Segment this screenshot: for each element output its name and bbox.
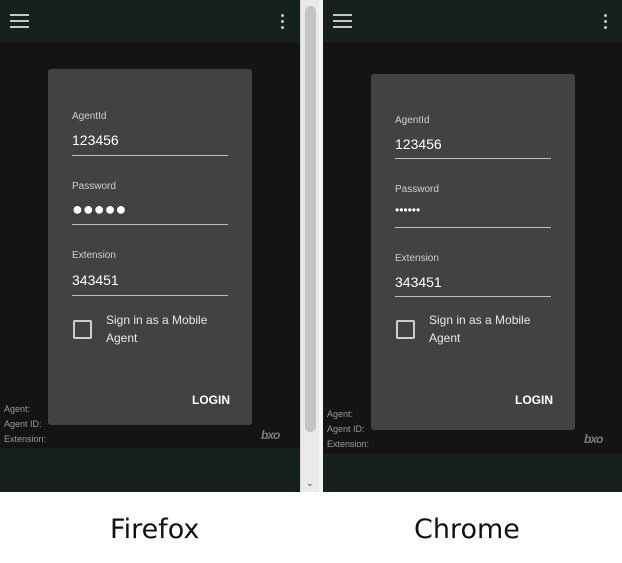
password-underline: [395, 227, 551, 228]
bottom-bar: [323, 454, 622, 492]
agent-status-info: Agent: Agent ID: Extension:: [327, 407, 369, 452]
extension-underline: [72, 295, 228, 296]
brand-logo: bxo: [261, 428, 280, 442]
agent-id-label: AgentId: [395, 115, 430, 126]
extension-input[interactable]: 343451: [72, 272, 119, 288]
agent-id-underline: [395, 158, 551, 159]
agent-id-input[interactable]: 123456: [72, 132, 119, 148]
login-button[interactable]: LOGIN: [515, 393, 553, 407]
bottom-bar: [0, 448, 300, 492]
more-vertical-icon[interactable]: [281, 14, 285, 30]
agent-status-info: Agent: Agent ID: Extension:: [4, 402, 46, 447]
status-agent-id-label: Agent ID:: [327, 424, 365, 434]
status-agent-label: Agent:: [327, 409, 354, 419]
status-extension-label: Extension:: [327, 439, 370, 449]
password-label: Password: [72, 181, 116, 192]
mobile-agent-checkbox-label[interactable]: Sign in as a Mobile Agent: [429, 311, 559, 347]
agent-id-label: AgentId: [72, 111, 107, 122]
hamburger-menu-icon[interactable]: [10, 14, 29, 28]
status-agent-label: Agent:: [4, 404, 31, 414]
extension-label: Extension: [395, 253, 439, 264]
status-extension-label: Extension:: [4, 434, 47, 444]
vertical-scrollbar[interactable]: ⌄: [300, 0, 320, 492]
status-agent-id-label: Agent ID:: [4, 419, 42, 429]
top-app-bar: [323, 0, 622, 42]
chrome-caption: Chrome: [414, 514, 520, 545]
password-input[interactable]: ●●●●●: [72, 199, 126, 220]
mobile-agent-checkbox-label[interactable]: Sign in as a Mobile Agent: [106, 311, 236, 347]
password-underline: [72, 224, 228, 225]
firefox-caption: Firefox: [110, 514, 200, 545]
brand-logo: bxo: [584, 432, 603, 446]
extension-label: Extension: [72, 250, 116, 261]
scrollbar-thumb[interactable]: [305, 6, 316, 432]
mobile-agent-checkbox[interactable]: [396, 320, 415, 339]
login-card: AgentId 123456 Password •••••• Extension…: [371, 74, 575, 430]
scroll-down-arrow-icon[interactable]: ⌄: [306, 479, 314, 488]
extension-underline: [395, 296, 551, 297]
mobile-agent-checkbox[interactable]: [73, 320, 92, 339]
login-card: AgentId 123456 Password ●●●●● Extension …: [48, 69, 252, 425]
top-app-bar: [0, 0, 300, 42]
chrome-app-panel: AgentId 123456 Password •••••• Extension…: [323, 0, 622, 492]
firefox-app-panel: AgentId 123456 Password ●●●●● Extension …: [0, 0, 300, 492]
extension-input[interactable]: 343451: [395, 274, 442, 290]
password-label: Password: [395, 184, 439, 195]
more-vertical-icon[interactable]: [604, 14, 608, 30]
agent-id-underline: [72, 155, 228, 156]
hamburger-menu-icon[interactable]: [333, 14, 352, 28]
password-input[interactable]: ••••••: [395, 203, 420, 217]
agent-id-input[interactable]: 123456: [395, 136, 442, 152]
login-button[interactable]: LOGIN: [192, 393, 230, 407]
